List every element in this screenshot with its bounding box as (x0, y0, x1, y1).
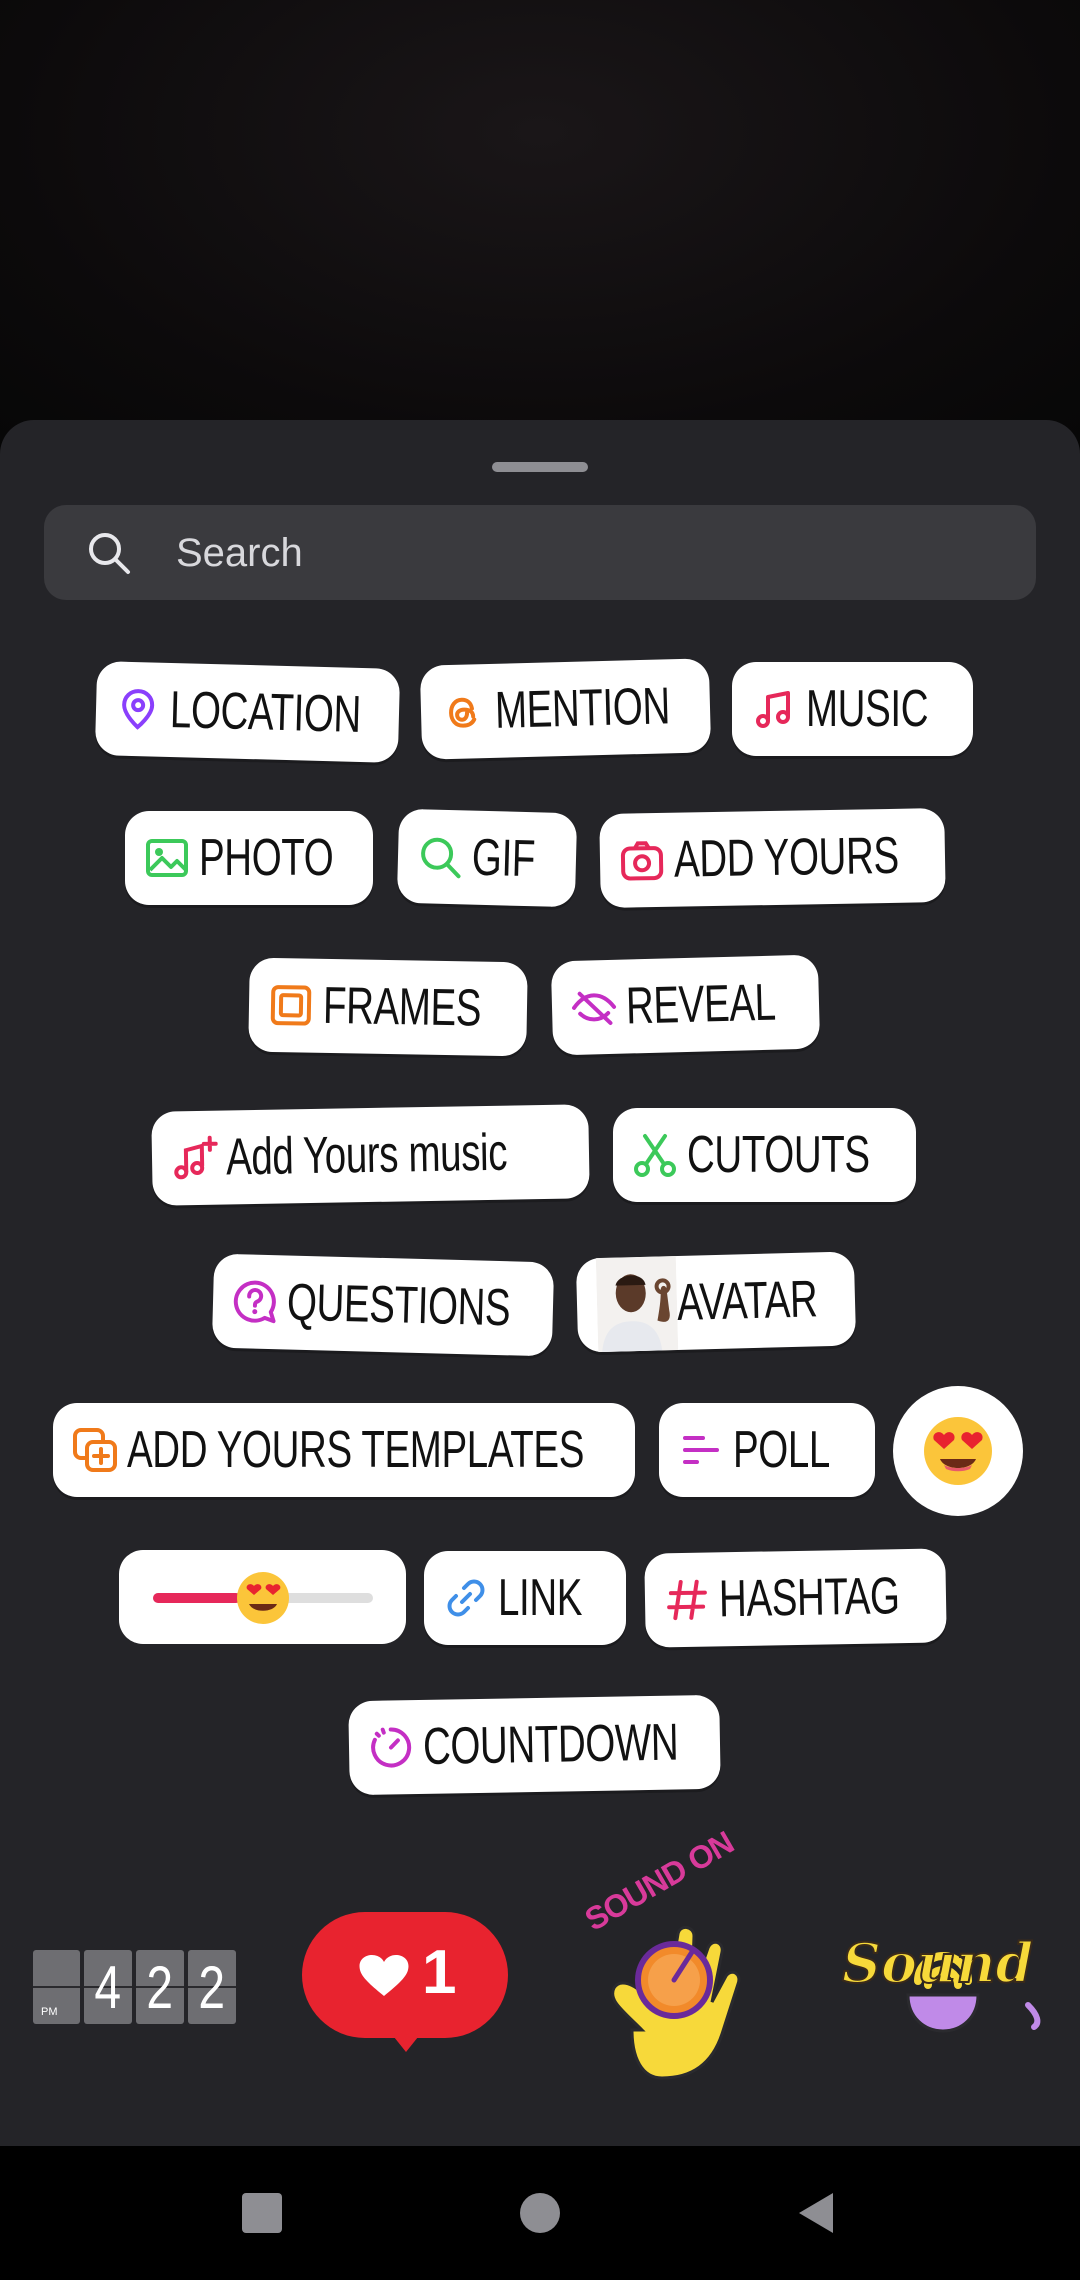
mention-sticker[interactable]: MENTION (419, 658, 712, 760)
countdown-timer-icon (367, 1723, 416, 1772)
avatar-icon (595, 1256, 679, 1353)
add-yours-templates-label: ADD YOURS TEMPLATES (127, 1421, 584, 1479)
likes-bubble (302, 1912, 508, 2052)
avatar-label: AVATAR (676, 1270, 819, 1333)
emoji-slider-track (153, 1572, 373, 1624)
threads-at-icon (438, 687, 487, 736)
clock-digit-minute-ones: 2 (198, 1953, 226, 2021)
back-button[interactable] (795, 2191, 835, 2235)
cutouts-label: CUTOUTS (687, 1126, 870, 1184)
questions-label: QUESTIONS (286, 1273, 512, 1338)
link-icon (442, 1574, 490, 1622)
frames-label: FRAMES (322, 976, 482, 1038)
add-yours-templates-sticker[interactable]: ADD YOURS TEMPLATES (53, 1403, 635, 1497)
link-label: LINK (498, 1569, 583, 1627)
gif-search-icon (415, 832, 464, 881)
eye-hidden-icon (569, 983, 618, 1032)
countdown-label: COUNTDOWN (422, 1713, 679, 1776)
clock-digit-hour: 4 (94, 1953, 122, 2021)
add-yours-music-sticker[interactable]: Add Yours music (151, 1104, 590, 1206)
mention-label: MENTION (494, 677, 671, 740)
gif-label: GIF (471, 828, 536, 889)
add-yours-label: ADD YOURS (673, 826, 900, 889)
reveal-sticker[interactable]: REVEAL (550, 954, 821, 1056)
emoji-slider-sticker[interactable] (119, 1550, 406, 1644)
add-yours-music-label: Add Yours music (225, 1123, 508, 1187)
location-pin-icon (113, 685, 162, 734)
clock-sticker[interactable]: PM 4 2 2 (33, 1950, 239, 2024)
sound-on-sticker[interactable]: SOUND ON (579, 1824, 772, 2092)
hashtag-icon (663, 1575, 712, 1624)
avatar-sticker[interactable]: AVATAR (575, 1251, 857, 1353)
photo-sticker[interactable]: PHOTO (125, 811, 373, 905)
countdown-sticker[interactable]: COUNTDOWN (348, 1694, 721, 1796)
search-placeholder: Search (176, 531, 303, 575)
frame-icon (267, 981, 316, 1030)
camera-icon (618, 836, 667, 885)
music-add-icon (170, 1134, 219, 1183)
emoji-reaction-sticker[interactable] (893, 1386, 1023, 1516)
templates-add-icon (71, 1426, 119, 1474)
music-label: MUSIC (806, 680, 929, 738)
poll-sticker[interactable]: POLL (659, 1403, 875, 1497)
clock-period: PM (41, 2006, 58, 2018)
add-yours-sticker[interactable]: ADD YOURS (599, 807, 946, 909)
poll-icon (677, 1426, 725, 1474)
questions-sticker[interactable]: QUESTIONS (211, 1253, 555, 1357)
cutouts-sticker[interactable]: CUTOUTS (613, 1108, 916, 1202)
recents-button[interactable] (242, 2193, 282, 2233)
hashtag-sticker[interactable]: HASHTAG (644, 1548, 947, 1648)
music-sticker[interactable]: MUSIC (732, 662, 973, 756)
hashtag-label: HASHTAG (718, 1567, 901, 1629)
question-bubble-icon (230, 1277, 279, 1326)
location-sticker[interactable]: LOCATION (94, 661, 401, 763)
location-label: LOCATION (169, 680, 362, 744)
photo-label: PHOTO (199, 829, 334, 887)
drag-handle[interactable] (492, 462, 588, 472)
music-note-icon (750, 685, 798, 733)
frames-sticker[interactable]: FRAMES (248, 957, 528, 1057)
camera-preview (0, 0, 1080, 440)
heart-eyes-emoji-icon (924, 1417, 992, 1485)
link-sticker[interactable]: LINK (424, 1551, 626, 1645)
search-icon (89, 533, 130, 574)
scissors-icon (631, 1131, 679, 1179)
likes-sticker[interactable]: 1 (302, 1912, 508, 2052)
gif-sticker[interactable]: GIF (396, 808, 578, 908)
sound-text: Sound (841, 1930, 1034, 1996)
reveal-label: REVEAL (625, 973, 777, 1036)
photo-icon (143, 834, 191, 882)
likes-count: 1 (422, 1938, 457, 2007)
poll-label: POLL (733, 1421, 830, 1479)
clock-digit-minute-tens: 2 (146, 1953, 174, 2021)
sound-sticker[interactable]: Sound (838, 1925, 1048, 2045)
home-button[interactable] (520, 2193, 560, 2233)
